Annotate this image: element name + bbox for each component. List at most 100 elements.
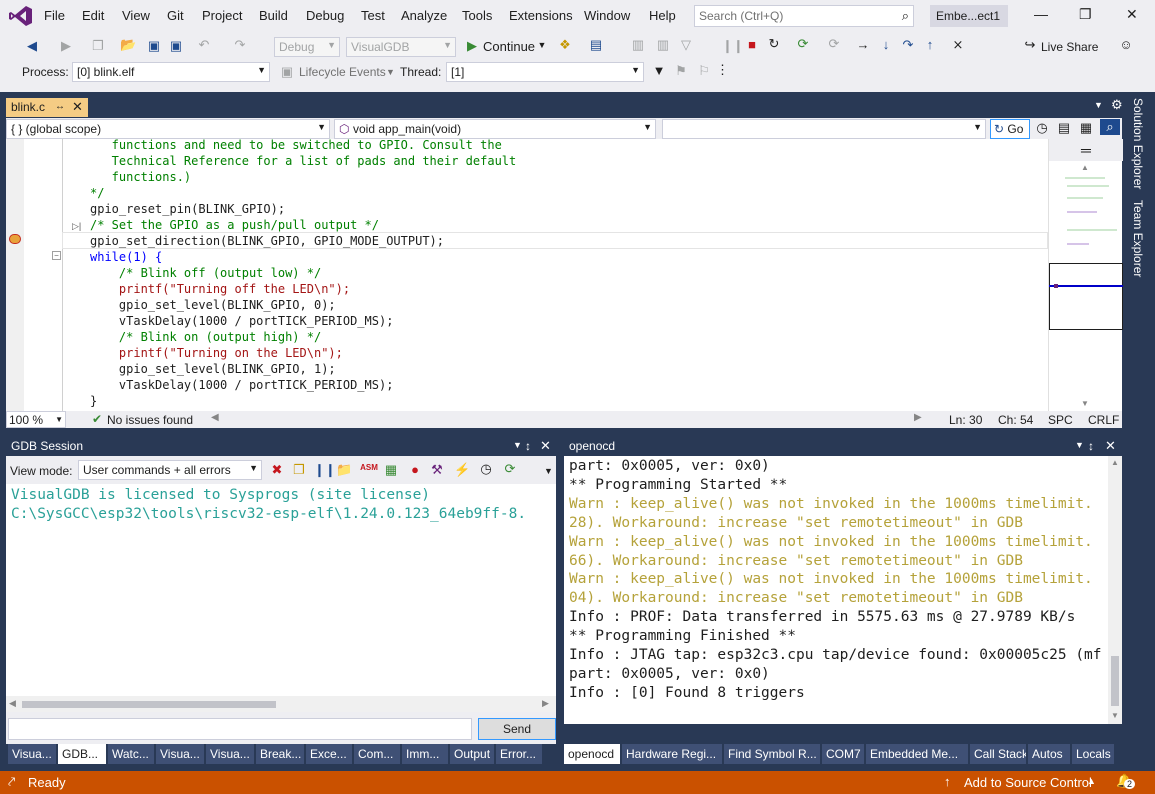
member-dropdown[interactable]: ▼ — [662, 119, 986, 139]
lightning-icon[interactable]: ⚡ — [454, 462, 470, 478]
menu-debug[interactable]: Debug — [306, 8, 344, 23]
add-to-source-control-button[interactable]: Add to Source Control — [964, 775, 1092, 790]
chevron-down-icon[interactable]: ▼ — [1075, 440, 1084, 450]
scroll-left-icon[interactable]: ◀ — [211, 412, 219, 423]
flag-icon[interactable]: ⚑ — [674, 63, 688, 79]
bottom-tab[interactable]: Visua... — [8, 744, 56, 764]
bottom-tab[interactable]: Watc... — [108, 744, 154, 764]
bottom-tab[interactable]: Hardware Regi... — [622, 744, 722, 764]
step-over-icon[interactable]: ↷ — [900, 37, 916, 53]
scroll-down-icon[interactable]: ▼ — [1081, 399, 1089, 408]
feedback-icon[interactable]: ☺ — [1118, 37, 1134, 52]
overflow-chevron-icon[interactable]: ▼ — [544, 466, 553, 476]
device-icon[interactable]: ▤ — [588, 37, 604, 53]
record-icon[interactable]: ● — [408, 462, 422, 477]
save-all-icon[interactable]: ▣ — [168, 38, 184, 54]
step-into-icon[interactable]: ↓ — [878, 37, 894, 52]
menu-view[interactable]: View — [122, 8, 150, 23]
pin-icon[interactable]: ↕ — [1088, 439, 1094, 453]
menu-analyze[interactable]: Analyze — [401, 8, 447, 23]
bottom-tab[interactable]: Embedded Me... — [866, 744, 968, 764]
bottom-tab[interactable]: openocd — [564, 744, 620, 764]
horizontal-scrollbar[interactable]: ◀ ▶ — [6, 696, 556, 712]
build-icon[interactable]: ▥ — [630, 37, 646, 53]
solution-platform-dropdown[interactable]: VisualGDB ▼ — [346, 37, 456, 57]
chip-icon[interactable]: ▦ — [384, 462, 398, 478]
chevron-down-icon[interactable]: ▼ — [537, 40, 547, 50]
restore-icon[interactable]: ❐ — [1079, 6, 1092, 23]
unflag-icon[interactable]: ⚐ — [697, 63, 711, 79]
asm-icon[interactable]: ASM — [360, 463, 378, 472]
bottom-tab[interactable]: Output — [450, 744, 494, 764]
back-icon[interactable]: ◀ — [24, 38, 40, 54]
minimap-viewport[interactable] — [1049, 263, 1123, 330]
close-icon[interactable]: ✕ — [1126, 6, 1138, 23]
live-share-icon[interactable]: ↪ — [1022, 37, 1038, 53]
chevron-down-icon[interactable]: ▼ — [386, 67, 395, 77]
hex-display-icon[interactable]: ⨯ — [950, 37, 966, 53]
menu-test[interactable]: Test — [361, 8, 385, 23]
menu-build[interactable]: Build — [259, 8, 288, 23]
gear-icon[interactable]: ⚙ — [1111, 97, 1123, 113]
undo-icon[interactable]: ↶ — [196, 37, 212, 53]
menu-project[interactable]: Project — [202, 8, 242, 23]
save-icon[interactable]: ▣ — [146, 38, 162, 54]
tab-list-chevron-icon[interactable]: ▼ — [1094, 100, 1103, 110]
issues-status[interactable]: No issues found — [107, 413, 193, 427]
bookmark-icon[interactable]: ▦ — [1078, 120, 1094, 136]
restart-icon[interactable]: ↻ — [766, 36, 782, 52]
redo-icon[interactable]: ↷ — [232, 37, 248, 53]
scrollbar-thumb[interactable] — [1111, 656, 1119, 706]
live-share-button[interactable]: Live Share — [1041, 40, 1098, 54]
scroll-up-icon[interactable]: ▲ — [1111, 458, 1119, 467]
bottom-tab[interactable]: GDB... — [58, 744, 106, 764]
bottom-tab[interactable]: COM7 — [822, 744, 864, 764]
zoom-dropdown[interactable]: 100 % ▼ — [6, 411, 66, 428]
scroll-right-icon[interactable]: ▶ — [542, 698, 549, 709]
function-dropdown[interactable]: ⬡ void app_main(void) ▼ — [334, 119, 656, 139]
folder-icon[interactable]: 📁 — [336, 462, 352, 478]
gdb-command-input[interactable] — [8, 718, 472, 740]
bottom-tab[interactable]: Error... — [496, 744, 542, 764]
continue-play-icon[interactable]: ▶ — [465, 38, 479, 54]
menu-git[interactable]: Git — [167, 8, 184, 23]
refresh-icon[interactable]: ⟳ — [502, 461, 518, 477]
filter-icon[interactable]: ▽ — [678, 37, 694, 53]
bottom-tab[interactable]: Imm... — [402, 744, 448, 764]
close-icon[interactable]: ✕ — [1105, 438, 1116, 454]
attach-icon[interactable]: ❖ — [557, 37, 573, 53]
scroll-right-icon[interactable]: ▶ — [914, 412, 922, 423]
close-icon[interactable]: ✕ — [540, 438, 551, 454]
stop-icon[interactable]: ■ — [745, 37, 759, 52]
openocd-output[interactable]: part: 0x0005, ver: 0x0) ** Programming St… — [564, 456, 1122, 724]
clock-icon[interactable]: ◷ — [1034, 120, 1050, 136]
document-icon[interactable]: ▤ — [1056, 120, 1072, 136]
menu-window[interactable]: Window — [584, 8, 630, 23]
send-button[interactable]: Send — [478, 718, 556, 740]
solution-explorer-tab[interactable]: Solution Explorer — [1131, 98, 1145, 189]
scrollbar-minimap[interactable]: ═ ▲ ▼ — [1048, 139, 1123, 411]
copy-icon[interactable]: ❐ — [292, 462, 306, 478]
new-project-icon[interactable]: ❐ — [90, 38, 106, 54]
bottom-tab[interactable]: Call Stack — [970, 744, 1026, 764]
thread-dropdown[interactable]: [1] ▼ — [446, 62, 644, 82]
scroll-up-icon[interactable]: ▲ — [1081, 163, 1089, 172]
step-out-icon[interactable]: ↑ — [922, 37, 938, 52]
thread-filter-icon[interactable]: ▼ — [652, 63, 666, 78]
menu-help[interactable]: Help — [649, 8, 676, 23]
pin-icon[interactable]: ↔ — [55, 101, 65, 112]
code-editor[interactable]: ▷| − functions and need to be switched t… — [6, 139, 1048, 411]
bottom-tab[interactable]: Visua... — [206, 744, 254, 764]
timer-icon[interactable]: ◷ — [478, 461, 494, 477]
menu-file[interactable]: File — [44, 8, 65, 23]
refresh-disabled-icon[interactable]: ⟳ — [826, 36, 842, 52]
bottom-tab[interactable]: Break... — [256, 744, 304, 764]
chevron-down-icon[interactable]: ▼ — [513, 440, 522, 450]
pin-icon[interactable]: ↕ — [525, 439, 531, 453]
pause-icon[interactable]: ❙❙ — [722, 38, 744, 54]
document-tab-blink-c[interactable]: blink.c ↔ ✕ — [6, 98, 88, 117]
column-number[interactable]: Ch: 54 — [998, 413, 1033, 427]
minimize-icon[interactable]: — — [1034, 6, 1048, 22]
pause-icon[interactable]: ❙❙ — [314, 462, 336, 478]
view-mode-dropdown[interactable]: User commands + all errors ▼ — [78, 460, 262, 480]
